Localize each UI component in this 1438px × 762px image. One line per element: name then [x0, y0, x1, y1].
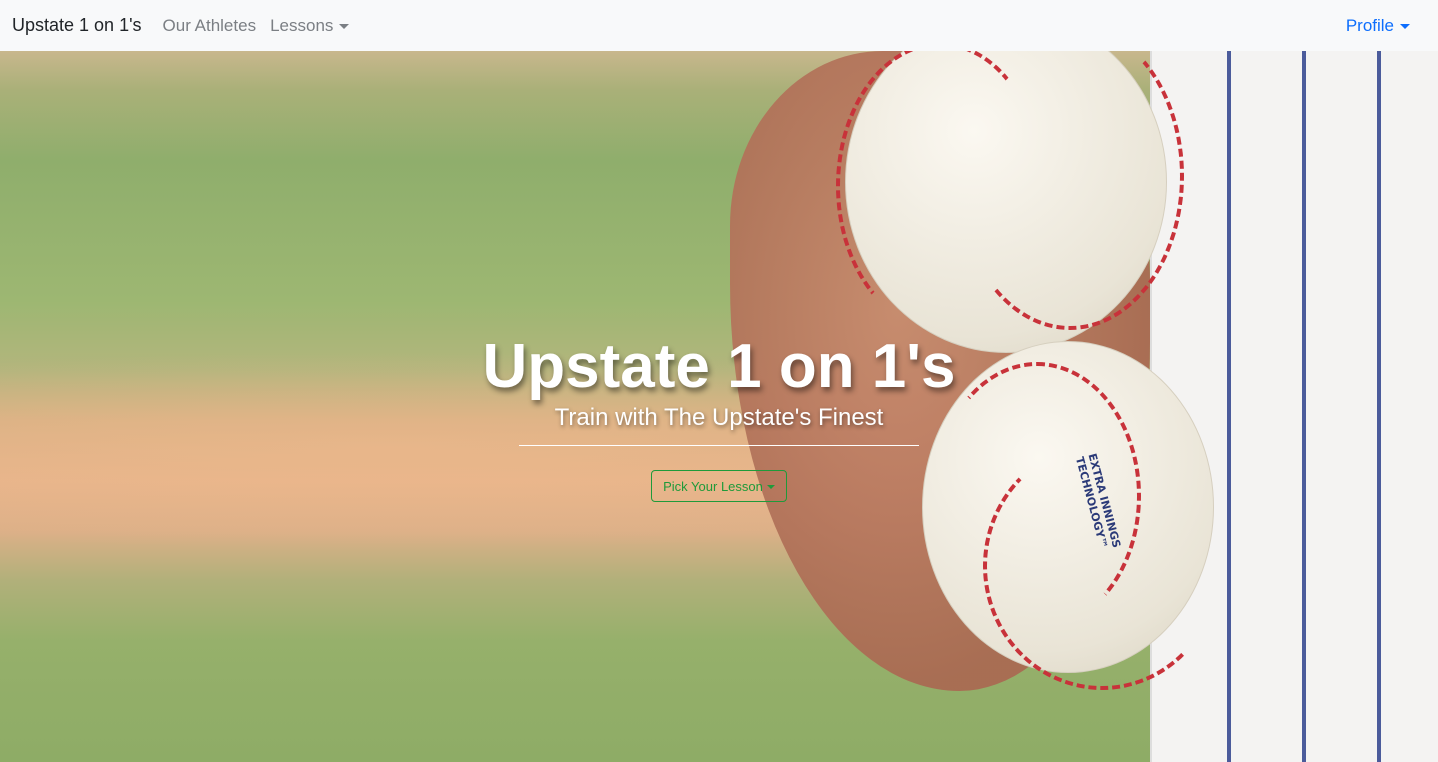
hero-banner: EXTRA INNINGS TECHNOLOGY™ Upstate 1 on 1…	[0, 51, 1438, 762]
hero-content: Upstate 1 on 1's Train with The Upstate'…	[0, 51, 1438, 762]
nav-link-our-athletes[interactable]: Our Athletes	[163, 16, 257, 36]
chevron-down-icon	[766, 485, 775, 489]
hero-divider	[519, 445, 919, 446]
hero-title: Upstate 1 on 1's	[482, 332, 956, 401]
hero-subtitle: Train with The Upstate's Finest	[554, 404, 884, 431]
nav-link-label: Lessons	[270, 15, 334, 35]
brand-link[interactable]: Upstate 1 on 1's	[12, 15, 142, 36]
profile-label: Profile	[1345, 15, 1394, 35]
nav-link-label: Our Athletes	[162, 15, 257, 35]
top-navbar: Upstate 1 on 1's Our Athletes Lessons Pr…	[0, 0, 1438, 51]
nav-dropdown-lessons[interactable]: Lessons	[270, 15, 350, 36]
profile-dropdown[interactable]: Profile	[1346, 16, 1410, 36]
chevron-down-icon	[339, 24, 350, 29]
chevron-down-icon	[1400, 24, 1410, 29]
pick-your-lesson-label: Pick Your Lesson	[663, 478, 763, 494]
pick-your-lesson-button[interactable]: Pick Your Lesson	[651, 470, 787, 502]
